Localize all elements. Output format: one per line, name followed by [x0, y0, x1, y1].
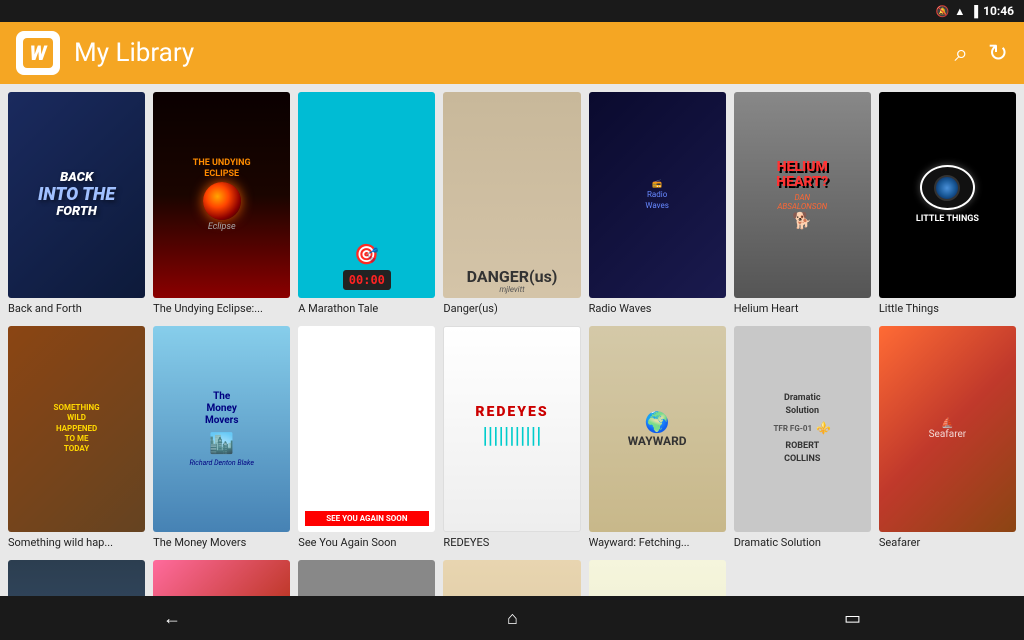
- book-title-wayward: Wayward: Fetching...: [589, 536, 726, 550]
- recent-button[interactable]: ▭: [824, 602, 881, 635]
- book-item-dramatic[interactable]: DramaticSolution TFR FG-01 ⚜️ ROBERTCOLL…: [734, 326, 871, 550]
- status-time: 10:46: [983, 4, 1014, 18]
- wattpad-logo: W: [16, 31, 60, 75]
- book-item-marathon-tale[interactable]: 🎯 00:00 A Marathon Tale: [298, 92, 435, 316]
- book-title-money-movers: The Money Movers: [153, 536, 290, 550]
- book-title-dangerous: Danger(us): [443, 302, 580, 316]
- top-bar: W My Library ⌕ ↻: [0, 22, 1024, 84]
- book-item-undying-eclipse[interactable]: THE UNDYINGECLIPSE Eclipse The Undying E…: [153, 92, 290, 316]
- battery-icon: ▐: [970, 5, 978, 18]
- book-title-dramatic: Dramatic Solution: [734, 536, 871, 550]
- book-item-deep-end[interactable]: The Deep EndThe Deep End: [153, 560, 290, 596]
- status-icons: 🔕 ▲ ▐ 10:46: [936, 4, 1014, 18]
- back-button[interactable]: ←: [143, 602, 201, 635]
- book-item-redeyes[interactable]: REDEYES ||||||||||| REDEYES: [443, 326, 580, 550]
- book-item-hundred-year[interactable]: THEHUNDREDYEARMANTHE HUNDRED YEAR MAN: [8, 560, 145, 596]
- book-item-back-forth[interactable]: BACKINTO THEFORTHBack and Forth: [8, 92, 145, 316]
- book-title-back-forth: Back and Forth: [8, 302, 145, 316]
- search-icon[interactable]: ⌕: [954, 39, 967, 67]
- logo-inner: W: [23, 38, 53, 68]
- book-item-something-wild[interactable]: SOMETHINGWILDHAPPENEDTO METODAYSomething…: [8, 326, 145, 550]
- status-bar: 🔕 ▲ ▐ 10:46: [0, 0, 1024, 22]
- bottom-nav: ← ⌂ ▭: [0, 596, 1024, 640]
- book-title-radio-waves: Radio Waves: [589, 302, 726, 316]
- page-title: My Library: [74, 38, 940, 68]
- content-area: BACKINTO THEFORTHBack and Forth THE UNDY…: [0, 84, 1024, 596]
- book-item-dangerous[interactable]: DANGER(us) mjlevitt Danger(us): [443, 92, 580, 316]
- book-item-howfar[interactable]: 🎩 How far is too far? How too: [589, 560, 726, 596]
- book-item-little-things[interactable]: LITTLE THINGS Little Things: [879, 92, 1016, 316]
- book-title-little-things: Little Things: [879, 302, 1016, 316]
- book-title-helium-heart: Helium Heart: [734, 302, 871, 316]
- book-title-see-you: See You Again Soon: [298, 536, 435, 550]
- book-item-wayward[interactable]: 🌍 WAYWARD Wayward: Fetching...: [589, 326, 726, 550]
- top-bar-actions: ⌕ ↻: [954, 39, 1008, 67]
- book-item-money-movers[interactable]: TheMoneyMovers 🏙️ Richard Denton Blake T…: [153, 326, 290, 550]
- home-button[interactable]: ⌂: [487, 602, 538, 635]
- logo-w: W: [30, 43, 47, 63]
- book-title-marathon-tale: A Marathon Tale: [298, 302, 435, 316]
- wifi-icon: ▲: [954, 5, 965, 18]
- book-item-aquifers[interactable]: The Aquifersof MarsThe Aquifers of Mars: [443, 560, 580, 596]
- book-title-redeyes: REDEYES: [443, 536, 580, 550]
- book-item-radio-waves[interactable]: 📻RadioWavesRadio Waves: [589, 92, 726, 316]
- book-title-undying-eclipse: The Undying Eclipse:...: [153, 302, 290, 316]
- book-item-helium-heart[interactable]: HELIUMHEART? DANABSALONSON 🐕 Helium Hear…: [734, 92, 871, 316]
- book-grid: BACKINTO THEFORTHBack and Forth THE UNDY…: [8, 92, 1016, 596]
- book-title-something-wild: Something wild hap...: [8, 536, 145, 550]
- book-item-seafarer[interactable]: ⛵SeafarerSeafarer: [879, 326, 1016, 550]
- book-item-grey[interactable]: [298, 560, 435, 596]
- refresh-icon[interactable]: ↻: [988, 39, 1008, 67]
- book-item-see-you[interactable]: SEE YOU AGAIN SOON See You Again Soon: [298, 326, 435, 550]
- mute-icon: 🔕: [936, 5, 950, 18]
- book-title-seafarer: Seafarer: [879, 536, 1016, 550]
